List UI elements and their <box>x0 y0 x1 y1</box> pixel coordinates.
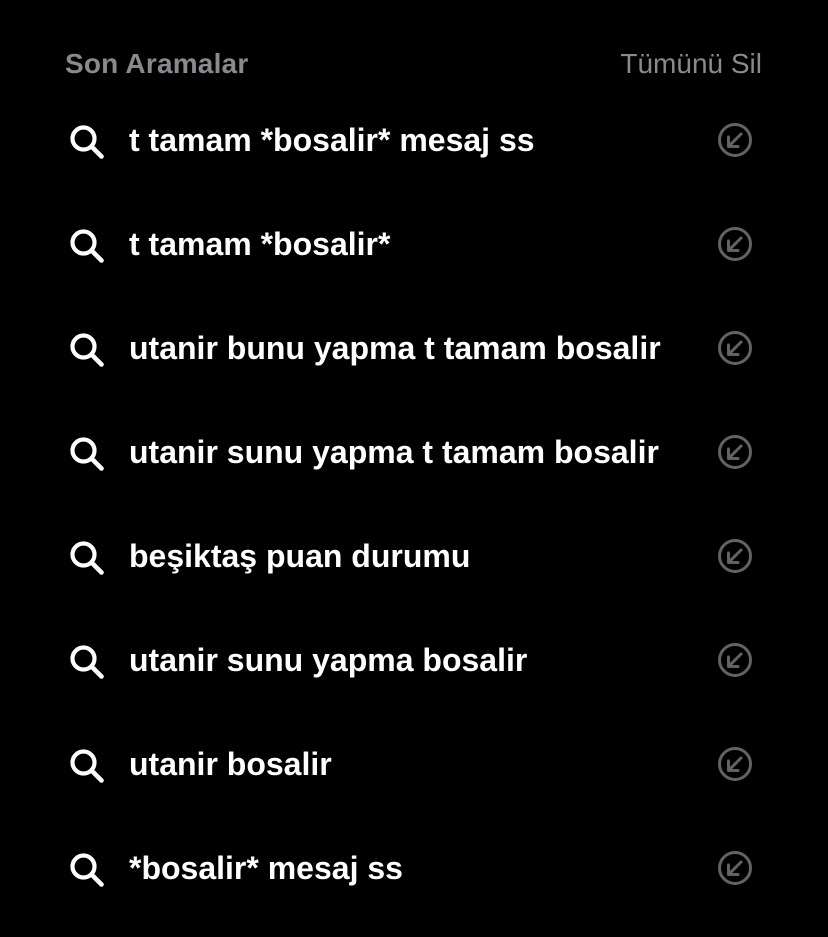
arrow-up-left-circle-icon[interactable] <box>716 225 754 263</box>
recent-search-item[interactable]: t tamam *bosalir* <box>0 192 828 296</box>
recent-search-item[interactable]: utanir sunu yapma bosalir <box>0 608 828 712</box>
search-icon <box>70 853 104 887</box>
recent-search-query: utanir sunu yapma t tamam bosalir <box>129 434 659 470</box>
recent-searches-title: Son Aramalar <box>65 48 249 79</box>
arrow-up-left-circle-icon[interactable] <box>716 537 754 575</box>
search-icon <box>70 333 104 367</box>
clear-all-button[interactable]: Tümünü Sil <box>620 48 762 80</box>
arrow-up-left-circle-icon[interactable] <box>716 745 754 783</box>
recent-search-item[interactable]: beşiktaş puan durumu <box>0 504 828 608</box>
arrow-up-left-circle-icon[interactable] <box>716 329 754 367</box>
recent-search-item[interactable]: utanir bunu yapma t tamam bosalir <box>0 296 828 400</box>
recent-search-query: utanir sunu yapma bosalir <box>129 642 528 678</box>
search-icon <box>70 125 104 159</box>
arrow-up-left-circle-icon[interactable] <box>716 641 754 679</box>
search-icon <box>70 437 104 471</box>
recent-search-item[interactable]: *bosalir* mesaj ss <box>0 816 828 920</box>
recent-searches-list: t tamam *bosalir* mesaj ss t tamam *bosa… <box>0 88 828 920</box>
recent-search-query: t tamam *bosalir* <box>129 226 391 262</box>
recent-search-item[interactable]: utanir bosalir <box>0 712 828 816</box>
arrow-up-left-circle-icon[interactable] <box>716 121 754 159</box>
recent-searches-header: Son Aramalar Tümünü Sil <box>65 44 762 84</box>
search-icon <box>70 749 104 783</box>
recent-search-item[interactable]: utanir sunu yapma t tamam bosalir <box>0 400 828 504</box>
recent-search-query: utanir bosalir <box>129 746 332 782</box>
recent-search-query: utanir bunu yapma t tamam bosalir <box>129 330 661 366</box>
search-icon <box>70 541 104 575</box>
arrow-up-left-circle-icon[interactable] <box>716 433 754 471</box>
search-icon <box>70 645 104 679</box>
recent-search-item[interactable]: t tamam *bosalir* mesaj ss <box>0 88 828 192</box>
recent-search-query: t tamam *bosalir* mesaj ss <box>129 122 535 158</box>
recent-search-query: *bosalir* mesaj ss <box>129 850 403 886</box>
recent-search-query: beşiktaş puan durumu <box>129 538 471 574</box>
search-icon <box>70 229 104 263</box>
arrow-up-left-circle-icon[interactable] <box>716 849 754 887</box>
